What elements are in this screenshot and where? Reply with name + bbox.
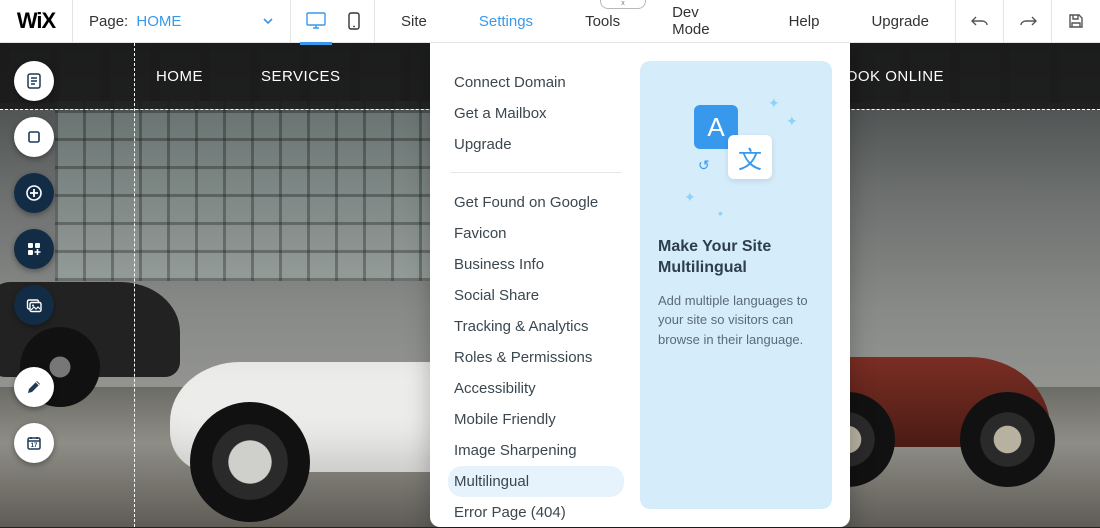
settings-upgrade[interactable]: Upgrade: [448, 129, 624, 160]
chevron-down-icon: [262, 15, 274, 27]
undo-button[interactable]: [956, 0, 1004, 42]
menu-site[interactable]: Site: [375, 0, 453, 42]
settings-get-mailbox[interactable]: Get a Mailbox: [448, 98, 624, 129]
rail-section-button[interactable]: [14, 117, 54, 157]
settings-dropdown: Connect Domain Get a Mailbox Upgrade Get…: [430, 43, 850, 527]
settings-social-share[interactable]: Social Share: [448, 280, 624, 311]
settings-menu-list: Connect Domain Get a Mailbox Upgrade Get…: [448, 61, 624, 509]
settings-roles[interactable]: Roles & Permissions: [448, 342, 624, 373]
settings-promo-panel: ✦✦ A 文 ↺ ✦• Make Your Site Multilingual …: [640, 61, 832, 509]
sitenav-home[interactable]: HOME: [156, 68, 203, 85]
page-label: Page: HOME: [89, 13, 181, 30]
sitenav-book-online[interactable]: BOOK ONLINE: [835, 68, 944, 85]
wix-logo: WiX: [0, 0, 73, 42]
editor-top-bar: WiX Page: HOME Site Settings Tools Dev M…: [0, 0, 1100, 43]
settings-accessibility[interactable]: Accessibility: [448, 373, 624, 404]
top-menus: Site Settings Tools Dev Mode Help Upgrad…: [375, 0, 955, 42]
menu-settings[interactable]: Settings: [453, 0, 559, 42]
svg-text:17: 17: [31, 443, 38, 449]
page-selector[interactable]: Page: HOME: [73, 0, 291, 42]
rail-apps-button[interactable]: [14, 229, 54, 269]
cjk-tile-icon: 文: [728, 135, 772, 179]
settings-mobile[interactable]: Mobile Friendly: [448, 404, 624, 435]
settings-get-found[interactable]: Get Found on Google: [448, 187, 624, 218]
settings-business-info[interactable]: Business Info: [448, 249, 624, 280]
desktop-icon[interactable]: [302, 6, 330, 36]
rail-blog-button[interactable]: [14, 367, 54, 407]
swap-arrow-icon: ↺: [698, 157, 710, 174]
settings-tracking[interactable]: Tracking & Analytics: [448, 311, 624, 342]
promo-title: Make Your Site Multilingual: [658, 237, 814, 279]
save-button[interactable]: [1052, 0, 1100, 42]
settings-connect-domain[interactable]: Connect Domain: [448, 67, 624, 98]
settings-multilingual[interactable]: Multilingual: [448, 466, 624, 497]
menu-upgrade[interactable]: Upgrade: [845, 0, 955, 42]
settings-error-page[interactable]: Error Page (404): [448, 497, 624, 528]
rail-pages-button[interactable]: [14, 61, 54, 101]
guide-vertical: [134, 43, 135, 527]
sitenav-services[interactable]: SERVICES: [261, 68, 341, 85]
menu-devmode[interactable]: Dev Mode: [646, 0, 763, 42]
rail-media-button[interactable]: [14, 285, 54, 325]
top-right-actions: [955, 0, 1100, 42]
rail-bookings-button[interactable]: 17: [14, 423, 54, 463]
settings-favicon[interactable]: Favicon: [448, 218, 624, 249]
top-handle: x: [600, 0, 646, 9]
rail-add-button[interactable]: [14, 173, 54, 213]
mobile-icon[interactable]: [344, 6, 364, 36]
device-switch: [291, 0, 375, 42]
settings-sharpening[interactable]: Image Sharpening: [448, 435, 624, 466]
redo-button[interactable]: [1004, 0, 1052, 42]
promo-body: Add multiple languages to your site so v…: [658, 291, 814, 350]
menu-help[interactable]: Help: [763, 0, 846, 42]
left-rail: 17: [14, 61, 54, 463]
multilingual-illustration: ✦✦ A 文 ↺ ✦•: [658, 79, 814, 219]
